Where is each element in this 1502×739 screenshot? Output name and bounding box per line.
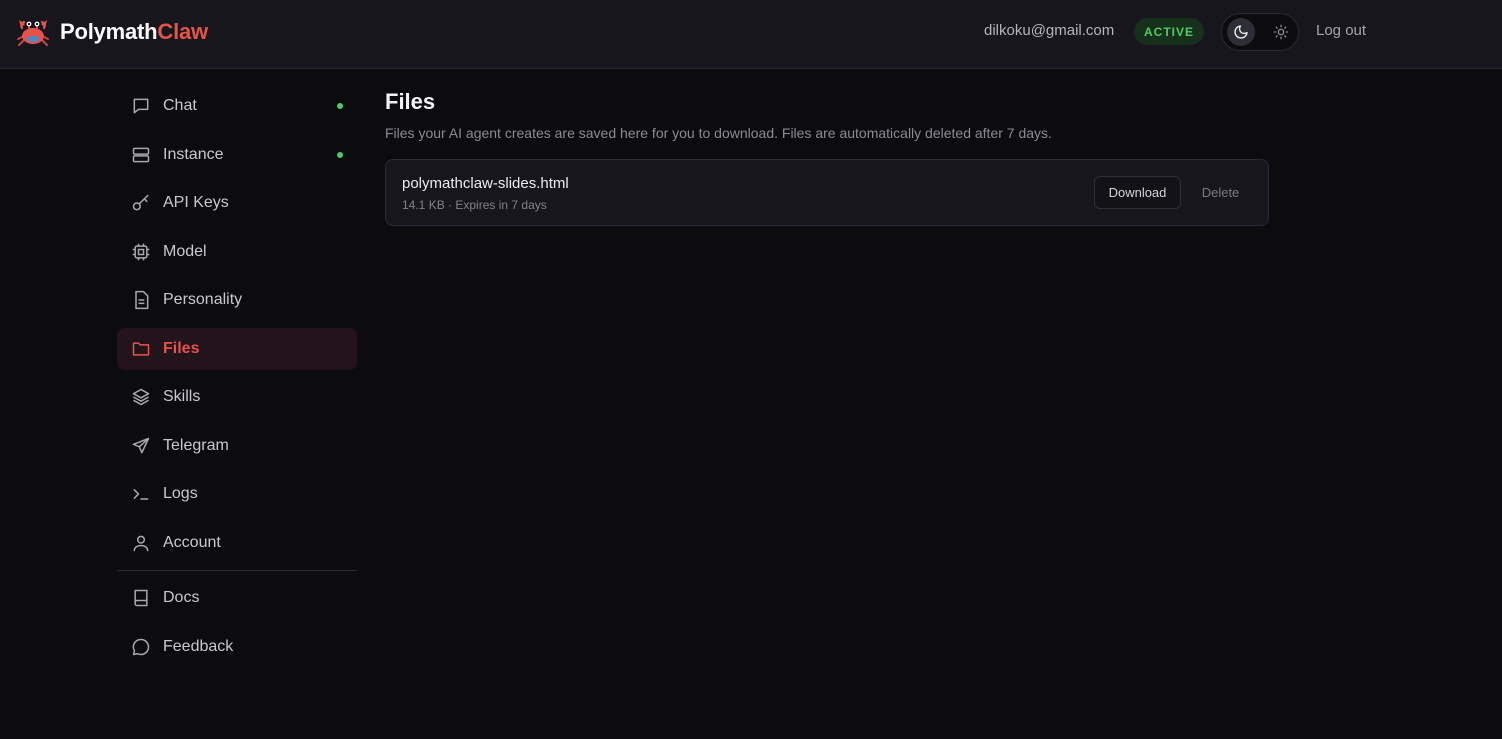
- sidebar-item-label: API Keys: [163, 194, 229, 211]
- cpu-chip-icon: [131, 242, 151, 262]
- key-icon: [131, 193, 151, 213]
- sidebar-item-label: Personality: [163, 291, 243, 308]
- server-icon: [131, 145, 151, 165]
- brand[interactable]: PolymathClaw: [16, 15, 208, 49]
- layers-icon: [131, 387, 151, 407]
- file-meta: 14.1 KB · Expires in 7 days: [402, 198, 547, 212]
- page-description: Files your AI agent creates are saved he…: [385, 125, 1052, 141]
- dark-mode-button[interactable]: [1227, 18, 1255, 46]
- download-button[interactable]: Download: [1094, 176, 1181, 209]
- sidebar-item-label: Files: [163, 340, 200, 357]
- user-email: dilkoku@gmail.com: [984, 22, 1115, 39]
- sidebar-item-label: Model: [163, 243, 207, 260]
- sidebar-item-label: Skills: [163, 388, 201, 405]
- message-circle-icon: [131, 637, 151, 657]
- logout-link[interactable]: Log out: [1316, 22, 1366, 39]
- sidebar-item-feedback[interactable]: Feedback: [117, 626, 357, 668]
- brand-name-primary: Polymath: [60, 19, 158, 44]
- sidebar-item-chat[interactable]: Chat: [117, 85, 357, 127]
- sidebar-item-skills[interactable]: Skills: [117, 376, 357, 418]
- theme-toggle[interactable]: [1221, 13, 1299, 51]
- book-icon: [131, 588, 151, 608]
- sidebar-item-api-keys[interactable]: API Keys: [117, 182, 357, 224]
- sidebar-item-label: Account: [163, 534, 221, 551]
- sidebar-item-label: Feedback: [163, 638, 234, 655]
- file-row: polymathclaw-slides.html 14.1 KB · Expir…: [385, 159, 1269, 226]
- sidebar-item-label: Telegram: [163, 437, 229, 454]
- sidebar-item-label: Logs: [163, 485, 198, 502]
- chat-bubble-icon: [131, 96, 151, 116]
- status-badge: ACTIVE: [1134, 18, 1204, 45]
- brand-name: PolymathClaw: [60, 19, 208, 45]
- sidebar-item-instance[interactable]: Instance: [117, 134, 357, 176]
- page-title: Files: [385, 89, 436, 114]
- user-icon: [131, 533, 151, 553]
- document-icon: [131, 290, 151, 310]
- sun-icon: [1273, 24, 1289, 40]
- top-bar: PolymathClaw dilkoku@gmail.com ACTIVE Lo…: [0, 0, 1502, 69]
- moon-icon: [1234, 25, 1248, 39]
- sidebar-item-files[interactable]: Files: [117, 328, 357, 370]
- sidebar-item-model[interactable]: Model: [117, 231, 357, 273]
- delete-button[interactable]: Delete: [1189, 176, 1252, 209]
- online-indicator: [337, 152, 343, 158]
- online-indicator: [337, 103, 343, 109]
- sidebar-item-logs[interactable]: Logs: [117, 473, 357, 515]
- light-mode-button[interactable]: [1267, 18, 1295, 46]
- sidebar-item-personality[interactable]: Personality: [117, 279, 357, 321]
- sidebar-divider: [117, 570, 357, 571]
- brand-name-accent: Claw: [157, 19, 208, 44]
- sidebar-item-docs[interactable]: Docs: [117, 577, 357, 619]
- sidebar-item-label: Chat: [163, 97, 197, 114]
- crab-icon: [17, 20, 49, 46]
- sidebar-item-telegram[interactable]: Telegram: [117, 425, 357, 467]
- terminal-icon: [131, 484, 151, 504]
- sidebar-item-label: Instance: [163, 146, 224, 163]
- sidebar-item-label: Docs: [163, 589, 200, 606]
- sidebar-item-account[interactable]: Account: [117, 522, 357, 564]
- send-icon: [131, 436, 151, 456]
- file-name: polymathclaw-slides.html: [402, 175, 569, 192]
- folder-icon: [131, 339, 151, 359]
